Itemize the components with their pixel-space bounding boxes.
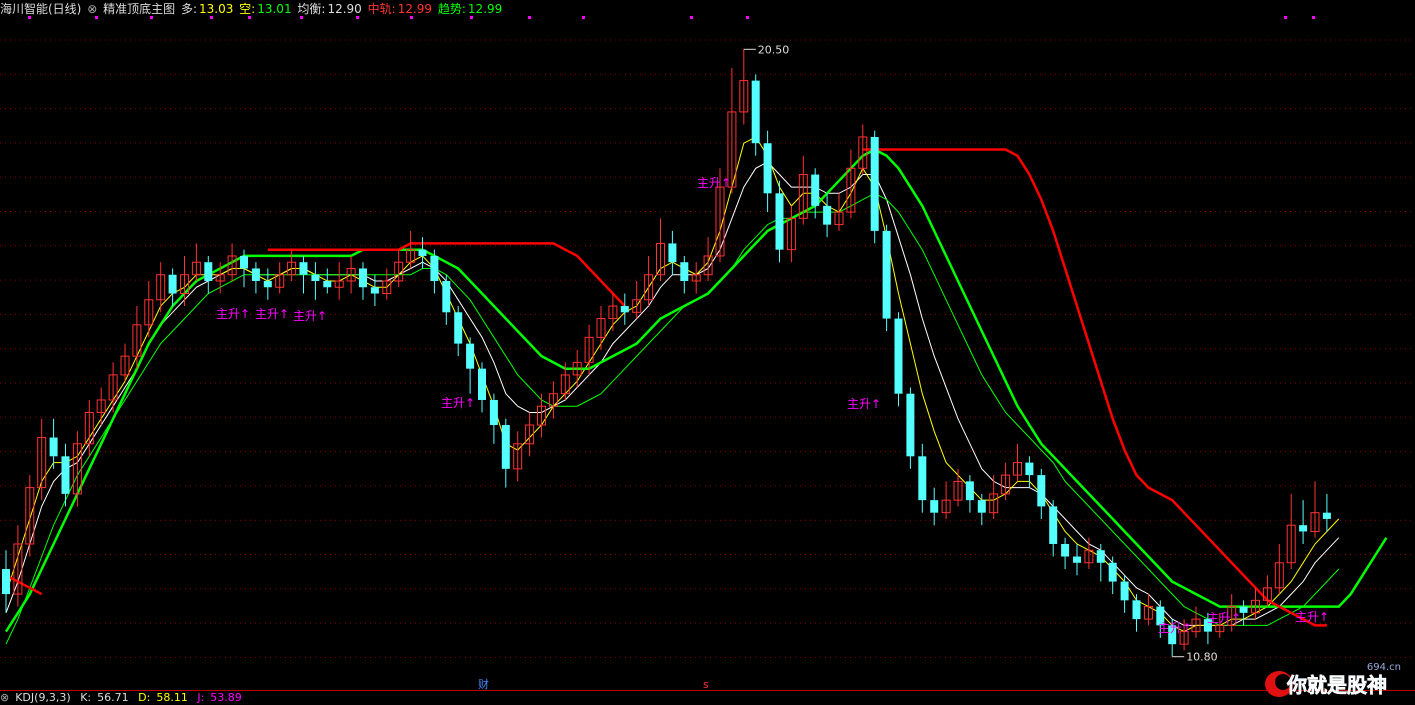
series-line-中轨 [4, 148, 1388, 633]
candle-body-down [311, 274, 320, 281]
series-line-趋势 [5, 148, 1327, 627]
candle-body-down [454, 312, 463, 344]
junheng-label: 均衡: [297, 2, 326, 16]
kdj-name[interactable]: KDJ(9,3,3) [15, 691, 71, 704]
candle-body-down [870, 136, 879, 231]
d-label: D: [138, 691, 151, 704]
zhonggui-value: 12.99 [397, 2, 433, 16]
candle-body-down [1120, 581, 1129, 601]
kdj-panel-header: ⊗ KDJ(9,3,3) K: 56.71 D: 58.11 J: 53.89 [0, 690, 1415, 705]
candle-body-down [1108, 562, 1117, 582]
candle-body-down [204, 262, 213, 281]
marker-s: s [703, 678, 709, 690]
candle-body-down [930, 500, 939, 513]
candle-body-down [466, 343, 475, 369]
signal-label: 主升↑ [293, 309, 327, 323]
k-value: 56.71 [97, 691, 129, 704]
high-price-label: 20.50 [758, 43, 790, 56]
candle-body-down [168, 274, 177, 294]
candle-body-down [1061, 543, 1070, 557]
candle-body-down [1096, 550, 1105, 563]
candle-body-down [1049, 506, 1058, 544]
j-value: 53.89 [210, 691, 242, 704]
candle-body-down [1037, 475, 1046, 507]
candles [2, 49, 1331, 657]
candle-body-down [906, 393, 915, 457]
price-grid [0, 16, 1415, 658]
candle-body-down [2, 569, 10, 595]
candle-body-down [1322, 512, 1331, 519]
candle-body-down [370, 287, 379, 294]
candle-body-down [478, 368, 486, 400]
signal-label: 主升↑ [1207, 611, 1241, 625]
signal-label: 主升↑ [441, 396, 475, 410]
candle-body-down [668, 243, 677, 263]
candle-body-down [751, 80, 760, 144]
candle-body-down [620, 306, 629, 313]
candle-body-down [1025, 462, 1034, 476]
candle-body-down [894, 318, 903, 394]
k-label: K: [80, 691, 92, 704]
candle-body-down [882, 230, 891, 319]
signal-label: 主升↑ [216, 307, 250, 321]
candle-body-down [680, 262, 689, 281]
d-value: 58.11 [156, 691, 188, 704]
junheng-value: 12.90 [327, 2, 362, 16]
signal-label: 主升↑ [697, 176, 731, 190]
candle-body-down [1132, 600, 1141, 620]
candle-body-down [61, 456, 70, 494]
indicator-lines [4, 136, 1388, 645]
candle-body-down [359, 268, 367, 288]
duo-value: 13.03 [198, 2, 234, 16]
candle-body-down [965, 481, 974, 501]
candle-body-down [1073, 556, 1081, 563]
kong-value: 13.01 [257, 2, 292, 16]
logo-text: 你就是股神 [1286, 673, 1387, 697]
candle-body-down [442, 280, 451, 313]
candle-body-down [823, 205, 832, 225]
logo-site: 694.cn [1367, 662, 1401, 673]
candle-body-down [977, 500, 986, 513]
indicator-header: 海川智能(日线) ⊗ 精准顶底主图 多: 13.03 空: 13.01 均衡: 12.… [0, 0, 1415, 18]
candle-body-down [418, 249, 427, 256]
watermark-logo: 694.cn 你就是股神 [1265, 662, 1401, 697]
candle-body-down [323, 280, 332, 288]
candle-body-down [251, 268, 260, 281]
duo-label: 多: [180, 2, 197, 16]
close-icon[interactable]: ⊗ [87, 2, 97, 16]
candle-body-down [811, 174, 820, 206]
candle-body-down [299, 262, 308, 275]
signal-label: 主升↑ [1158, 621, 1192, 635]
candle-body-down [918, 456, 927, 501]
candle-body-down [775, 193, 784, 250]
candle-body-down [49, 437, 58, 457]
kong-label: 空: [239, 2, 256, 16]
signal-label: 主升↑ [847, 397, 881, 411]
kdj-close-icon[interactable]: ⊗ [0, 691, 9, 704]
indicator-name[interactable]: 精准顶底主图 [103, 2, 175, 16]
stock-name[interactable]: 海川智能(日线) [0, 2, 81, 16]
candle-body-down [763, 143, 772, 194]
candle-body-down [263, 280, 272, 288]
candle-body-down [501, 425, 510, 469]
qushi-label: 趋势: [437, 2, 466, 16]
candle-body-down [489, 399, 498, 426]
candle-body-down [1299, 525, 1308, 532]
candlestick-chart: 主升↑ 主升↑ 主升↑ 主升↑ 主升↑ 主升↑ 主升↑ 主升↑ 主升↑ 20.50 10.80 财 s [0, 16, 1415, 690]
qushi-value: 12.99 [467, 2, 503, 16]
signal-label: 主升↑ [1295, 610, 1329, 624]
zhonggui-label: 中轨: [367, 2, 396, 16]
candle-body-down [430, 255, 439, 281]
signal-label: 主升↑ [255, 307, 289, 321]
marker-cai: 财 [478, 677, 489, 690]
j-label: J: [197, 691, 205, 704]
signal-markers: 主升↑ 主升↑ 主升↑ 主升↑ 主升↑ 主升↑ 主升↑ 主升↑ 主升↑ [216, 176, 1329, 635]
low-price-label: 10.80 [1186, 651, 1218, 664]
candle-body-down [240, 255, 248, 269]
